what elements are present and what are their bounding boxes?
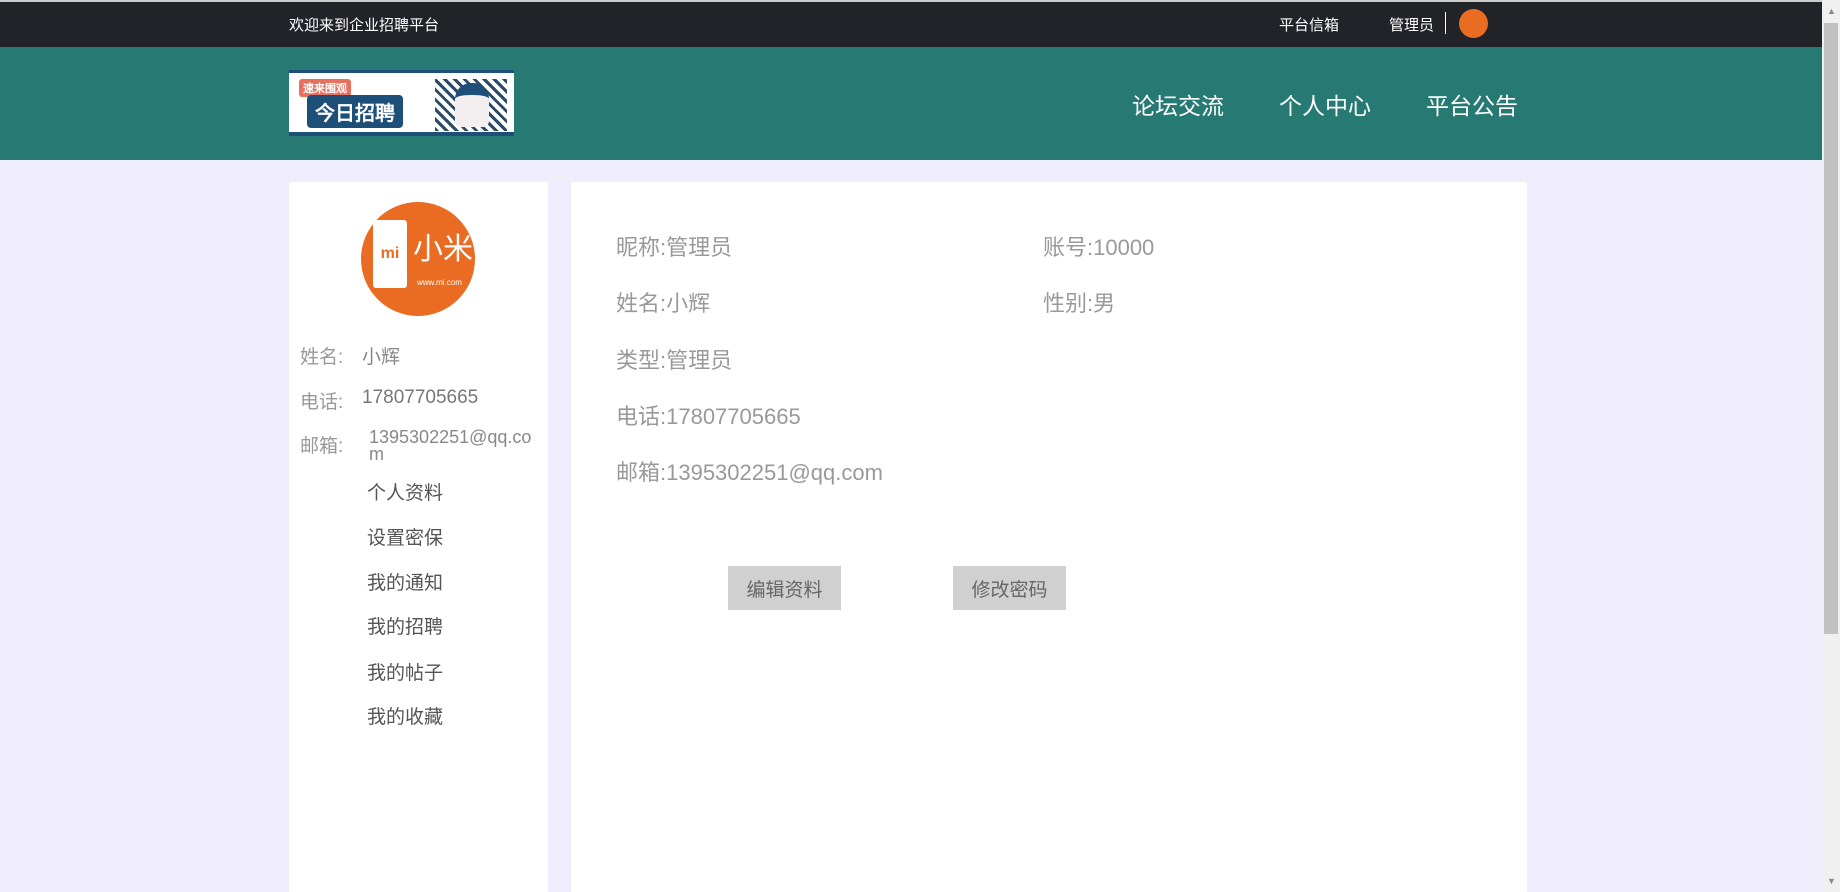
gender-field: 性别:男 [1043,291,1116,316]
phone-field: 电话:17807705665 [616,404,801,429]
phone-value: 17807705665 [362,387,479,408]
profile-panel: 昵称:管理员 账号:10000 姓名:小辉 性别:男 类型:管理员 电话:178… [571,182,1527,892]
type-field: 类型:管理员 [616,348,733,373]
menu-profile[interactable]: 个人资料 [367,478,443,505]
user-name-link[interactable]: 管理员 [1389,14,1434,35]
nav-announcements[interactable]: 平台公告 [1426,87,1518,121]
scrollbar[interactable]: ▲ ▼ [1822,0,1840,892]
scroll-down-icon[interactable]: ▼ [1827,876,1836,886]
nav-personal-center[interactable]: 个人中心 [1279,87,1371,121]
menu-security[interactable]: 设置密保 [367,523,443,550]
email-label: 邮箱: [300,436,344,457]
account-field: 账号:10000 [1043,235,1155,260]
phone-label: 电话: [300,392,344,413]
binoculars-illustration [435,79,507,131]
menu-favorites[interactable]: 我的收藏 [367,702,443,729]
sidebar: mi 小米 www.mi.com 姓名: 小辉 电话: 17807705665 … [289,182,548,892]
avatar-url: www.mi.com [417,278,462,287]
scroll-up-icon[interactable]: ▲ [1827,6,1836,16]
email-field: 邮箱:1395302251@qq.com [616,460,883,485]
edit-profile-button[interactable]: 编辑资料 [728,566,841,610]
scrollbar-thumb[interactable] [1824,23,1838,634]
top-bar: 欢迎来到企业招聘平台 平台信箱 管理员 [0,0,1822,47]
avatar-text: 小米 [413,233,473,266]
welcome-text: 欢迎来到企业招聘平台 [289,17,440,34]
mi-logo-icon: mi [373,220,407,288]
menu-my-posts[interactable]: 我的帖子 [367,658,443,685]
email-value: 1395302251@qq.com [369,427,532,464]
avatar: mi 小米 www.mi.com [361,202,475,316]
mailbox-link[interactable]: 平台信箱 [1279,14,1339,35]
user-avatar-small[interactable] [1459,9,1488,38]
divider [1445,12,1446,34]
nav-forum[interactable]: 论坛交流 [1132,87,1224,121]
logo-title: 今日招聘 [307,95,403,128]
name-value: 小辉 [362,347,401,368]
change-password-button[interactable]: 修改密码 [953,566,1066,610]
nickname-field: 昵称:管理员 [616,235,733,260]
site-logo[interactable]: 速来围观 今日招聘 [289,70,514,136]
header: 速来围观 今日招聘 论坛交流 个人中心 平台公告 [0,47,1822,160]
name-field: 姓名:小辉 [616,291,711,316]
menu-my-jobs[interactable]: 我的招聘 [367,612,443,639]
name-label: 姓名: [300,347,344,368]
menu-notifications[interactable]: 我的通知 [367,568,443,595]
